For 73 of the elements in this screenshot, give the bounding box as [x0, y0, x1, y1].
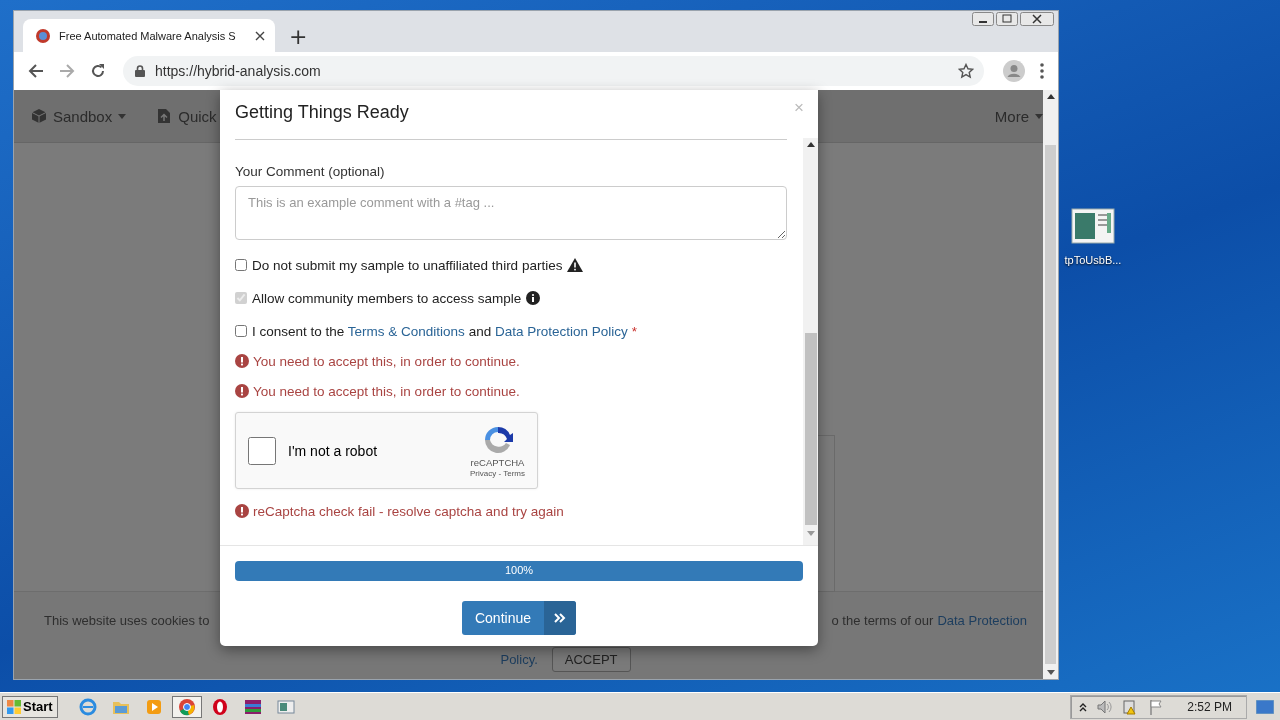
error-message: You need to accept this, in order to continue.: [253, 383, 520, 399]
chrome-icon: [177, 697, 196, 716]
policy-link[interactable]: Data Protection Policy: [494, 323, 628, 339]
new-tab-button[interactable]: +: [285, 24, 312, 49]
error-message: reCaptcha check fail - resolve captcha and try again: [253, 503, 564, 519]
scroll-up-icon[interactable]: [1046, 94, 1055, 99]
back-icon[interactable]: [28, 63, 44, 79]
page-scrollbar[interactable]: [1043, 90, 1058, 679]
error-icon: [235, 384, 249, 398]
archive-icon: [243, 697, 262, 716]
double-chevron-icon: [544, 601, 576, 635]
continue-button[interactable]: Continue: [461, 601, 576, 635]
warning-icon: [567, 258, 584, 272]
site-favicon-icon: [35, 27, 51, 44]
nav-label: More: [994, 107, 1029, 125]
option-label[interactable]: Do not submit my sample to unaffiliated third parties: [252, 257, 563, 273]
progress-label: 100%: [503, 564, 535, 576]
minimize-button[interactable]: [972, 12, 994, 26]
cube-icon: [31, 108, 47, 124]
tab-title: Free Automated Malware Analysis S: [59, 29, 237, 42]
file-upload-icon: [156, 108, 173, 124]
url-text: https://hybrid-analysis.com: [155, 63, 322, 79]
reload-icon[interactable]: [90, 63, 106, 79]
nav-label: Quick: [178, 107, 217, 125]
taskbar-app[interactable]: [171, 695, 202, 718]
policy-link[interactable]: Terms & Conditions: [347, 323, 465, 339]
close-window-button[interactable]: [1020, 12, 1054, 26]
flag-icon[interactable]: [1149, 698, 1164, 715]
captcha-checkbox[interactable]: [248, 436, 276, 465]
accept-button[interactable]: ACCEPT: [551, 647, 631, 672]
media-player-icon: [144, 697, 163, 716]
close-tab-icon[interactable]: [255, 30, 265, 41]
scroll-down-icon[interactable]: [1046, 670, 1055, 675]
caret-icon: [118, 113, 127, 119]
scrollbar-thumb[interactable]: [1045, 145, 1056, 664]
opera-icon: [210, 697, 229, 716]
checkbox[interactable]: [235, 259, 247, 271]
program-window-icon[interactable]: [1071, 208, 1115, 244]
required-mark: *: [631, 323, 637, 339]
lock-icon: [135, 65, 145, 77]
start-button[interactable]: Start: [2, 695, 58, 718]
dialog-scrollbar[interactable]: [803, 138, 818, 545]
clock[interactable]: 2:52 PM: [1187, 699, 1232, 714]
comment-field[interactable]: This is an example comment with a #tag ...: [235, 186, 787, 240]
account-icon[interactable]: [1003, 60, 1025, 82]
desktop-icon-label[interactable]: tpToUsbB...: [1064, 254, 1122, 266]
speaker-icon[interactable]: [1097, 699, 1114, 714]
error-message: You need to accept this, in order to continue.: [253, 353, 520, 369]
address-bar[interactable]: https://hybrid-analysis.com: [123, 56, 984, 86]
menu-icon[interactable]: [1040, 63, 1044, 79]
cookie-text: o the terms of our: [831, 613, 934, 628]
captcha-label: I'm not a robot: [288, 442, 379, 459]
captcha-links[interactable]: Privacy - Terms: [470, 468, 525, 478]
window-icon: [276, 697, 295, 716]
error-icon: [235, 504, 249, 518]
comment-label: Your Comment (optional): [235, 164, 386, 179]
scrollbar-thumb[interactable]: [804, 333, 817, 525]
option-label[interactable]: I consent to the Terms & Conditions and Data Protection Policy: [252, 323, 628, 339]
show-desktop-icon[interactable]: [1256, 699, 1274, 714]
cookie-text: This website uses cookies to: [44, 613, 210, 628]
browser-icon: [78, 697, 97, 716]
captcha-brand: reCAPTCHA: [470, 456, 525, 468]
checkbox[interactable]: [235, 325, 247, 337]
error-icon: [235, 354, 249, 368]
caret-icon: [1035, 113, 1043, 119]
show-hidden-icon[interactable]: [1079, 701, 1088, 712]
info-icon: [526, 291, 541, 305]
browser-tab[interactable]: Free Automated Malware Analysis S: [23, 19, 275, 52]
windows-logo-icon: [7, 699, 21, 714]
star-icon[interactable]: [958, 63, 974, 79]
nav-label: Sandbox: [53, 107, 113, 125]
forward-icon[interactable]: [59, 63, 75, 79]
dialog-title: Getting Things Ready: [235, 101, 409, 123]
